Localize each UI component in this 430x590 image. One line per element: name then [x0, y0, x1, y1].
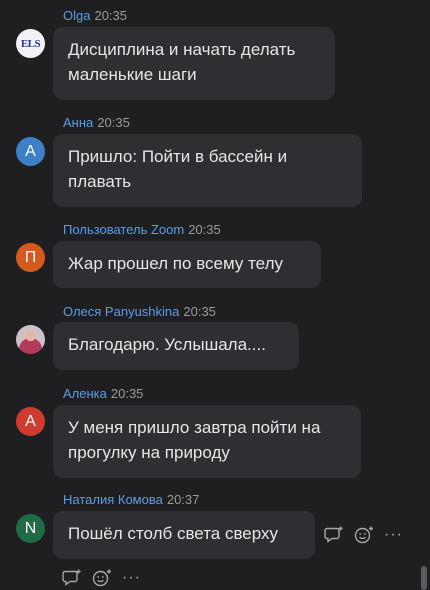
emoji-reaction-icon[interactable] [354, 526, 374, 544]
avatar[interactable]: ELS [16, 29, 45, 58]
avatar-photo[interactable] [16, 325, 45, 354]
message-bubble[interactable]: Пришло: Пойти в бассейн и плавать [53, 134, 362, 207]
scrollbar-thumb[interactable] [421, 566, 427, 590]
message-header: Олеся Panyushkina 20:35 [63, 304, 216, 319]
message-time: 20:35 [110, 386, 144, 401]
message-header: Olga 20:35 [63, 8, 127, 23]
avatar[interactable]: N [16, 514, 45, 543]
message-time: 20:35 [183, 304, 216, 319]
sender-name[interactable]: Пользователь Zoom [63, 222, 184, 237]
more-options-icon[interactable]: ··· [122, 570, 141, 586]
message-header: Анна 20:35 [63, 115, 130, 130]
message-bubble[interactable]: Пошёл столб света сверху [53, 511, 315, 559]
avatar[interactable]: А [16, 137, 45, 166]
message-time: 20:37 [166, 492, 200, 507]
sender-name[interactable]: Наталия Комова [63, 492, 163, 507]
message-bubble[interactable]: Жар прошел по всему телу [53, 241, 321, 288]
message-actions: ··· [324, 526, 403, 544]
message-time: 20:35 [188, 222, 221, 237]
message-header: Наталия Комова 20:37 [63, 492, 199, 507]
more-options-icon[interactable]: ··· [384, 527, 403, 543]
message-bubble[interactable]: Благодарю. Услышала.... [53, 322, 299, 370]
reply-icon[interactable] [324, 526, 344, 544]
message-actions-row: ··· [62, 569, 141, 587]
sender-name[interactable]: Olga [63, 8, 90, 23]
sender-name[interactable]: Анна [63, 115, 93, 130]
reply-icon[interactable] [62, 569, 82, 587]
emoji-reaction-icon[interactable] [92, 569, 112, 587]
message-header: Аленка 20:35 [63, 386, 143, 401]
message-time: 20:35 [94, 8, 128, 23]
avatar[interactable]: А [16, 407, 45, 436]
sender-name[interactable]: Аленка [63, 386, 107, 401]
message-time: 20:35 [97, 115, 130, 130]
message-bubble[interactable]: У меня пришло завтра пойти на прогулку н… [53, 405, 361, 478]
message-bubble[interactable]: Дисциплина и начать делать маленькие шаг… [53, 27, 335, 100]
message-header: Пользователь Zoom 20:35 [63, 222, 221, 237]
sender-name[interactable]: Олеся Panyushkina [63, 304, 179, 319]
avatar[interactable]: П [16, 243, 45, 272]
